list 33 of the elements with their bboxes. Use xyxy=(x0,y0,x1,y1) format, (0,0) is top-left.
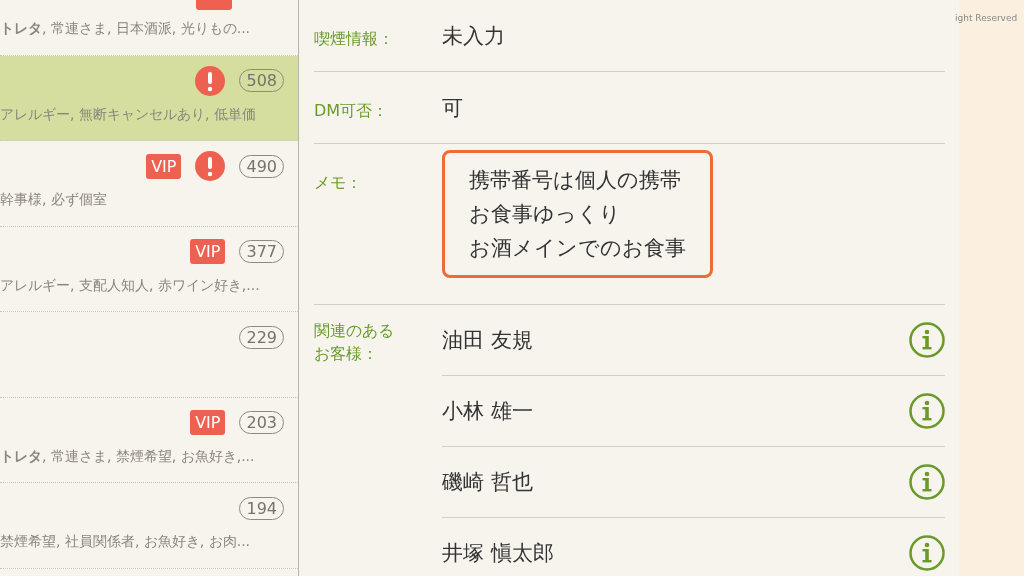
field-label: お客様： xyxy=(314,343,379,366)
field-label: DM可否： xyxy=(314,100,390,122)
tag-text: トレタ, 常連さま, 日本酒派, 光りもの... xyxy=(0,20,251,38)
customer-row[interactable]: 229 xyxy=(0,312,298,398)
field-label: 喫煙情報： xyxy=(314,28,395,50)
info-icon[interactable] xyxy=(909,464,945,500)
info-icon[interactable] xyxy=(909,393,945,429)
field-value: 未入力 xyxy=(442,23,505,50)
customer-row[interactable]: VIP 203 トレタ, 常連さま, 禁煙希望, お魚好き,... xyxy=(0,397,298,483)
customer-row[interactable]: 508 アレルギー, 無断キャンセルあり, 低単価 xyxy=(0,55,298,141)
field-label: 関連のある xyxy=(314,320,395,342)
customer-row[interactable]: VIP 377 アレルギー, 支配人知人, 赤ワイン好き,... xyxy=(0,226,298,312)
customer-row[interactable]: VIP 490 幹事様, 必ず個室 xyxy=(0,141,298,227)
vip-badge: VIP xyxy=(146,153,182,179)
tag-text: アレルギー, 無断キャンセルあり, 低単価 xyxy=(0,105,256,124)
tag-text: 幹事様, 必ず個室 xyxy=(0,191,107,209)
tag-text: アレルギー, 支配人知人, 赤ワイン好き,... xyxy=(0,276,260,295)
customer-name: 井塚 愼太郎 xyxy=(442,540,554,567)
tag-text: トレタ, 常連さま, 禁煙希望, お魚好き,... xyxy=(0,447,255,466)
customer-name: 磯崎 哲也 xyxy=(442,469,533,496)
customer-row[interactable]: 194 禁煙希望, 社員関係者, お魚好き, お肉... xyxy=(0,483,298,569)
customer-row[interactable]: トレタ, 常連さま, 日本酒派, 光りもの... xyxy=(0,0,298,56)
memo-box: 携帯番号は個人の携帯 お食事ゆっくり お酒メインでのお食事 xyxy=(442,150,713,278)
copyright-text: ight Reserved xyxy=(955,13,1018,23)
tag-text: 禁煙希望, 社員関係者, お魚好き, お肉... xyxy=(0,533,251,551)
vip-badge: VIP xyxy=(190,410,226,435)
info-icon[interactable] xyxy=(909,535,945,571)
customer-name: 小林 雄一 xyxy=(442,398,533,425)
customer-name: 油田 友規 xyxy=(442,327,533,354)
field-label: メモ： xyxy=(314,172,363,194)
field-value: 可 xyxy=(442,95,463,122)
info-icon[interactable] xyxy=(909,322,945,358)
vip-badge: VIP xyxy=(190,239,226,264)
